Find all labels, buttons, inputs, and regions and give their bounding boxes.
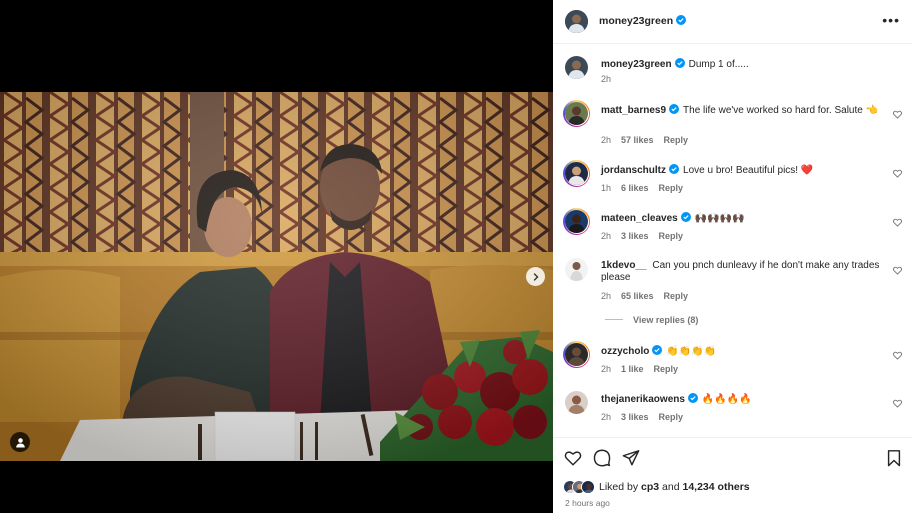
author-username[interactable]: money23green bbox=[599, 15, 687, 27]
caption-time: 2h bbox=[601, 74, 612, 84]
comment-body: Love u bro! Beautiful pics! ❤️ bbox=[683, 165, 814, 176]
share-icon[interactable] bbox=[622, 449, 640, 467]
comment-time: 2h bbox=[601, 412, 612, 422]
post-photo[interactable] bbox=[0, 92, 553, 461]
comment-body: 👏👏👏👏 bbox=[666, 346, 717, 357]
view-replies-button[interactable]: View replies (8) bbox=[605, 315, 698, 325]
heart-icon[interactable] bbox=[564, 449, 582, 467]
comment-meta: 2h 65 likes Reply bbox=[601, 291, 698, 301]
heart-icon[interactable] bbox=[893, 110, 902, 119]
comment-text: thejanerikaowens 🔥🔥🔥🔥 bbox=[601, 393, 881, 406]
heart-icon[interactable] bbox=[893, 351, 902, 360]
user-tag-button[interactable] bbox=[10, 432, 30, 452]
heart-icon[interactable] bbox=[893, 399, 902, 408]
replies-divider bbox=[605, 319, 623, 320]
reply-button[interactable]: Reply bbox=[659, 183, 684, 193]
comment-icon[interactable] bbox=[593, 449, 611, 467]
comment-time: 2h bbox=[601, 291, 612, 301]
comment-likes[interactable]: 57 likes bbox=[621, 135, 654, 145]
post-header: money23green ••• bbox=[553, 0, 912, 44]
comment-body: 🔥🔥🔥🔥 bbox=[701, 394, 752, 405]
verified-badge-icon bbox=[680, 212, 691, 222]
post-timestamp: 2 hours ago bbox=[565, 498, 610, 508]
heart-icon[interactable] bbox=[893, 218, 902, 227]
liked-by-prefix: Liked by bbox=[599, 481, 639, 493]
comment-time: 2h bbox=[601, 231, 612, 241]
comment-likes[interactable]: 3 likes bbox=[621, 412, 649, 422]
comment-avatar[interactable] bbox=[565, 102, 588, 125]
author-username-text: money23green bbox=[599, 15, 674, 27]
comment-likes[interactable]: 3 likes bbox=[621, 231, 649, 241]
liked-by-user[interactable]: cp3 bbox=[641, 481, 659, 493]
comment-body: 🙌🏿🙌🏿🙌🏿🙌🏿 bbox=[694, 213, 745, 224]
comment-avatar[interactable] bbox=[565, 391, 588, 414]
instagram-post-viewer: money23green ••• money23green Dump 1 of..… bbox=[0, 0, 912, 513]
liked-by-text: Liked by cp3 and 14,234 others bbox=[599, 481, 750, 493]
author-avatar[interactable] bbox=[565, 10, 588, 33]
comment-username[interactable]: 1kdevo__ bbox=[601, 260, 647, 271]
comment-likes[interactable]: 65 likes bbox=[621, 291, 654, 301]
caption-meta: 2h bbox=[601, 74, 621, 84]
reply-button[interactable]: Reply bbox=[664, 135, 689, 145]
verified-badge-icon bbox=[676, 15, 687, 25]
comment-text: mateen_cleaves 🙌🏿🙌🏿🙌🏿🙌🏿 bbox=[601, 212, 881, 225]
heart-icon[interactable] bbox=[893, 169, 902, 178]
comment-meta: 2h 1 like Reply bbox=[601, 364, 688, 374]
comments-list[interactable]: money23green Dump 1 of..... 2h matt_barne… bbox=[553, 44, 912, 437]
caption-username[interactable]: money23green bbox=[601, 59, 672, 70]
bookmark-icon[interactable] bbox=[885, 449, 903, 467]
comment-text: 1kdevo__ Can you pnch dunleavy if he don… bbox=[601, 260, 881, 284]
reply-button[interactable]: Reply bbox=[664, 291, 689, 301]
comment-avatar[interactable] bbox=[565, 162, 588, 185]
comment-meta: 2h 3 likes Reply bbox=[601, 231, 693, 241]
liked-by[interactable]: Liked by cp3 and 14,234 others bbox=[563, 480, 750, 494]
comment-meta: 1h 6 likes Reply bbox=[601, 183, 693, 193]
comment-meta: 2h 3 likes Reply bbox=[601, 412, 693, 422]
comment-time: 2h bbox=[601, 135, 612, 145]
reply-button[interactable]: Reply bbox=[654, 364, 679, 374]
caption-text: money23green Dump 1 of..... bbox=[601, 58, 881, 71]
chevron-right-icon bbox=[533, 272, 538, 281]
next-photo-button[interactable] bbox=[526, 267, 545, 286]
comment-username[interactable]: ozzycholo bbox=[601, 346, 649, 357]
verified-badge-icon bbox=[669, 164, 680, 174]
comment-avatar[interactable] bbox=[565, 258, 588, 281]
verified-badge-icon bbox=[674, 58, 685, 68]
comment-time: 1h bbox=[601, 183, 612, 193]
liked-by-suffix: and bbox=[662, 481, 680, 493]
user-tag-icon bbox=[15, 437, 25, 447]
comment-username[interactable]: jordanschultz bbox=[601, 165, 666, 176]
comment-text: matt_barnes9 The life we've worked so har… bbox=[601, 104, 881, 117]
comment-username[interactable]: mateen_cleaves bbox=[601, 213, 678, 224]
comment-username[interactable]: thejanerikaowens bbox=[601, 394, 685, 405]
view-replies-label: View replies (8) bbox=[633, 315, 699, 325]
comment-avatar[interactable] bbox=[565, 210, 588, 233]
comment-text: ozzycholo 👏👏👏👏 bbox=[601, 345, 881, 358]
caption-body: Dump 1 of..... bbox=[688, 59, 749, 70]
comment-username[interactable]: matt_barnes9 bbox=[601, 105, 666, 116]
comment-body: The life we've worked so hard for. Salut… bbox=[683, 105, 879, 116]
post-side-panel: money23green ••• money23green Dump 1 of..… bbox=[553, 0, 912, 513]
more-horizontal-icon: ••• bbox=[882, 12, 900, 28]
caption-avatar[interactable] bbox=[565, 56, 588, 79]
comment-time: 2h bbox=[601, 364, 612, 374]
comment-text: jordanschultz Love u bro! Beautiful pics!… bbox=[601, 164, 881, 177]
liker-avatar bbox=[581, 480, 595, 494]
comment-likes[interactable]: 1 like bbox=[621, 364, 644, 374]
liked-by-others[interactable]: 14,234 others bbox=[683, 481, 750, 493]
reply-button[interactable]: Reply bbox=[659, 231, 684, 241]
comment-meta: 2h 57 likes Reply bbox=[601, 135, 698, 145]
heart-icon[interactable] bbox=[893, 266, 902, 275]
verified-badge-icon bbox=[652, 345, 663, 355]
comment-avatar[interactable] bbox=[565, 343, 588, 366]
comment-likes[interactable]: 6 likes bbox=[621, 183, 649, 193]
more-options-button[interactable]: ••• bbox=[882, 12, 900, 28]
media-panel bbox=[0, 0, 553, 513]
post-actions: Liked by cp3 and 14,234 others 2 hours a… bbox=[553, 437, 912, 513]
reply-button[interactable]: Reply bbox=[659, 412, 684, 422]
verified-badge-icon bbox=[669, 104, 680, 114]
verified-badge-icon bbox=[687, 393, 698, 403]
